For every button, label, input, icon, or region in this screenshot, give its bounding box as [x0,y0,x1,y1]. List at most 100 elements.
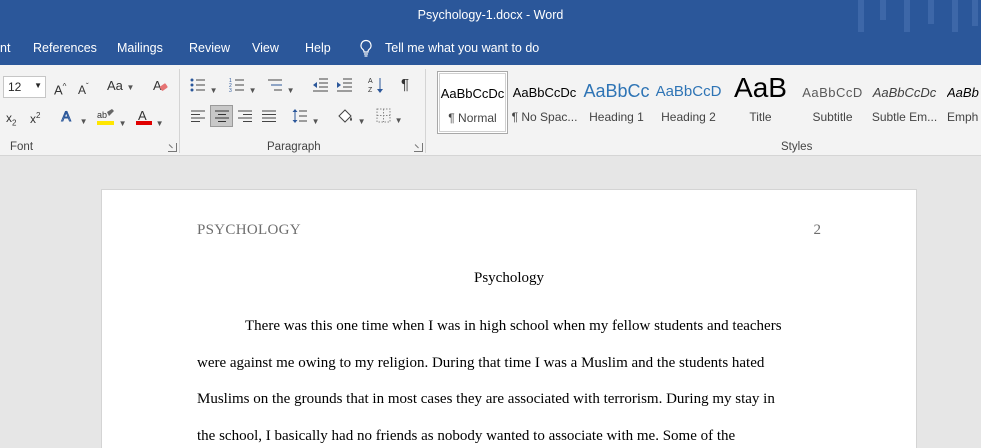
style-name: Subtitle [812,110,853,124]
multilevel-list-button[interactable]: ▼ [267,77,295,99]
grow-font-button[interactable]: A^ [54,79,66,98]
style-name: Title [749,110,772,124]
page-number: 2 [813,222,822,238]
body-line: Muslims on the grounds that in most case… [197,391,775,407]
titlebar-decoration [952,0,958,32]
style-preview: AaBbCcDc [440,86,505,101]
titlebar-decoration [928,0,934,24]
tab-review[interactable]: Review [189,41,230,55]
styles-group-label: Styles [781,141,813,153]
change-case-label: Aa [107,78,123,93]
text-effects-icon: A [61,108,72,125]
styles-gallery: AaBbCcDc ¶ Normal AaBbCcDc ¶ No Spac... … [437,71,981,134]
document-page[interactable]: PSYCHOLOGY 2 Psychology There was this o… [102,190,916,448]
style-preview: AaBbCcD [655,83,722,100]
increase-indent-icon [337,78,352,92]
style-preview: AaBbCcDc [512,85,577,100]
style-emphasis[interactable]: AaBb Emph [941,71,981,134]
chevron-down-icon: ▼ [248,86,257,95]
borders-button[interactable]: ▼ [376,108,403,129]
chevron-down-icon: ▼ [155,119,164,128]
ribbon: 12 ▼ A^ Aˇ Aa ▼ A x2 x2 A ▼ ab ▼ A ▼ Fon… [0,65,981,156]
pilcrow-icon: ¶ [401,76,410,93]
title-bar: Psychology-1.docx - Word [0,0,981,32]
tab-references[interactable]: References [33,41,97,55]
tab-mailings[interactable]: Mailings [117,41,163,55]
show-formatting-button[interactable]: ¶ [401,77,409,93]
svg-text:A: A [138,108,147,123]
style-heading-1[interactable]: AaBbCc Heading 1 [581,71,652,134]
svg-text:A: A [368,78,373,85]
align-left-icon [191,110,205,122]
paragraph-group-label: Paragraph [267,141,321,153]
style-no-spacing[interactable]: AaBbCcDc ¶ No Spac... [509,71,580,134]
justify-button[interactable] [261,109,277,127]
tab-view[interactable]: View [252,41,279,55]
lightbulb-icon [360,39,372,57]
titlebar-decoration [972,0,978,26]
superscript-button[interactable]: x2 [30,108,40,127]
numbering-button[interactable]: 123 ▼ [229,77,257,99]
subscript-button[interactable]: x2 [6,110,16,131]
change-case-button[interactable]: Aa ▼ [107,78,134,96]
subscript-icon: x2 [6,111,17,128]
clear-formatting-button[interactable]: A [152,77,168,97]
sort-icon: AZ [368,78,383,94]
document-title: Psychology [473,270,544,286]
style-subtitle[interactable]: AaBbCcD Subtitle [797,71,868,134]
align-right-button[interactable] [237,109,253,127]
decrease-indent-button[interactable] [312,77,329,97]
chevron-down-icon: ▼ [34,81,42,90]
decrease-indent-icon [313,78,328,92]
sort-button[interactable]: AZ [368,76,384,98]
align-center-button[interactable] [210,105,233,127]
chevron-down-icon: ▼ [126,83,135,92]
style-heading-2[interactable]: AaBbCcD Heading 2 [653,71,724,134]
style-name: ¶ Normal [448,111,497,125]
svg-text:Z: Z [368,87,373,94]
titlebar-decoration [880,0,886,20]
bullets-button[interactable]: ▼ [190,77,218,99]
line-spacing-button[interactable]: ▼ [292,108,320,130]
bullets-icon [190,78,205,92]
paint-bucket-icon [338,109,352,123]
increase-indent-button[interactable] [336,77,353,97]
ribbon-tabs: nt References Mailings Review View Help … [0,32,981,65]
font-color-button[interactable]: A ▼ [136,108,164,132]
svg-text:A: A [153,78,162,93]
superscript-icon: x2 [30,111,41,126]
svg-text:3: 3 [229,88,232,93]
shading-button[interactable]: ▼ [337,108,366,130]
group-separator [425,69,426,153]
highlighter-icon: ab [97,109,114,125]
align-left-button[interactable] [190,109,206,127]
font-size-box[interactable]: 12 ▼ [3,76,46,98]
tab-help[interactable]: Help [305,41,331,55]
style-normal[interactable]: AaBbCcDc ¶ Normal [437,71,508,134]
tab-layout[interactable]: nt [0,41,10,55]
numbering-icon: 123 [229,78,244,94]
style-name: Emph [947,110,979,124]
style-name: Heading 2 [661,110,716,124]
tell-me-box[interactable]: Tell me what you want to do [358,39,539,57]
font-dialog-launcher-icon[interactable] [168,143,177,152]
highlight-button[interactable]: ab ▼ [97,108,127,132]
titlebar-decoration [858,0,864,32]
chevron-down-icon: ▼ [357,117,366,126]
style-preview: AaBbCcD [802,85,863,100]
align-right-icon [238,110,252,122]
font-group-label: Font [10,141,34,153]
text-effects-button[interactable]: A ▼ [60,108,88,130]
style-title[interactable]: AaB Title [725,71,796,134]
shrink-font-button[interactable]: Aˇ [78,79,89,98]
paragraph-dialog-launcher-icon[interactable] [414,143,423,152]
chevron-down-icon: ▼ [118,119,127,128]
style-subtle-emphasis[interactable]: AaBbCcDc Subtle Em... [869,71,940,134]
chevron-down-icon: ▼ [311,117,320,126]
chevron-down-icon: ▼ [209,86,218,95]
justify-icon [262,110,276,122]
borders-icon [376,108,391,123]
style-preview: AaBb [947,85,979,100]
svg-text:A: A [62,108,72,124]
style-name: Heading 1 [589,110,644,124]
